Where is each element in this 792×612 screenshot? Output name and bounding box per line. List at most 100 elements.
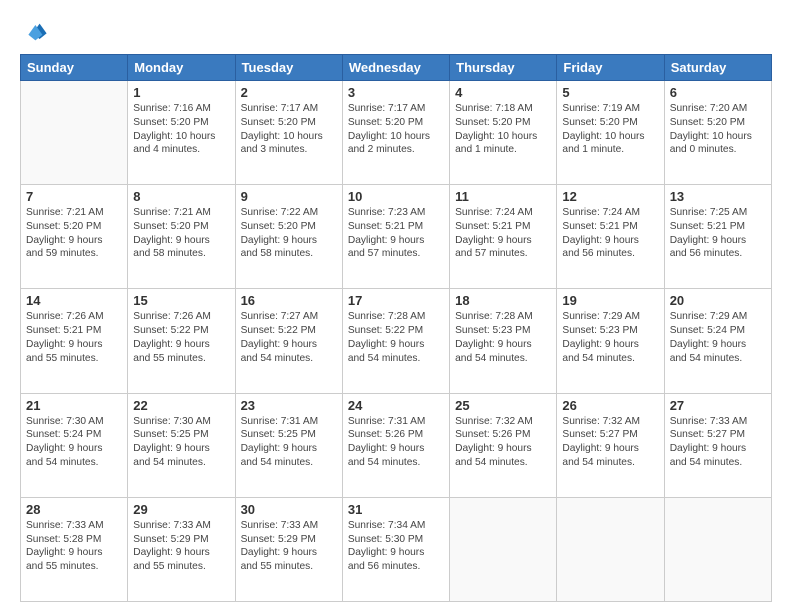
calendar-cell: 12 Sunrise: 7:24 AM Sunset: 5:21 PM Dayli… bbox=[557, 185, 664, 289]
day-number: 11 bbox=[455, 189, 551, 204]
cell-text: Sunrise: 7:25 AM Sunset: 5:21 PM Dayligh… bbox=[670, 206, 766, 261]
day-number: 8 bbox=[133, 189, 229, 204]
day-number: 1 bbox=[133, 85, 229, 100]
week-row: 14 Sunrise: 7:26 AM Sunset: 5:21 PM Dayli… bbox=[21, 289, 772, 393]
calendar-cell: 27 Sunrise: 7:33 AM Sunset: 5:27 PM Dayli… bbox=[664, 393, 771, 497]
cell-text: Sunrise: 7:24 AM Sunset: 5:21 PM Dayligh… bbox=[455, 206, 551, 261]
calendar-cell: 13 Sunrise: 7:25 AM Sunset: 5:21 PM Dayli… bbox=[664, 185, 771, 289]
calendar-cell: 24 Sunrise: 7:31 AM Sunset: 5:26 PM Dayli… bbox=[342, 393, 449, 497]
header-cell-friday: Friday bbox=[557, 55, 664, 81]
week-row: 28 Sunrise: 7:33 AM Sunset: 5:28 PM Dayli… bbox=[21, 497, 772, 601]
day-number: 4 bbox=[455, 85, 551, 100]
cell-text: Sunrise: 7:22 AM Sunset: 5:20 PM Dayligh… bbox=[241, 206, 337, 261]
cell-text: Sunrise: 7:31 AM Sunset: 5:25 PM Dayligh… bbox=[241, 415, 337, 470]
week-row: 21Sunrise: 7:30 AM Sunset: 5:24 PM Dayli… bbox=[21, 393, 772, 497]
calendar-cell: 8Sunrise: 7:21 AM Sunset: 5:20 PM Daylig… bbox=[128, 185, 235, 289]
day-number: 7 bbox=[26, 189, 122, 204]
day-number: 23 bbox=[241, 398, 337, 413]
day-number: 28 bbox=[26, 502, 122, 517]
cell-text: Sunrise: 7:33 AM Sunset: 5:27 PM Dayligh… bbox=[670, 415, 766, 470]
day-number: 27 bbox=[670, 398, 766, 413]
calendar-cell: 10 Sunrise: 7:23 AM Sunset: 5:21 PM Dayli… bbox=[342, 185, 449, 289]
calendar-cell: 11 Sunrise: 7:24 AM Sunset: 5:21 PM Dayli… bbox=[450, 185, 557, 289]
header-cell-saturday: Saturday bbox=[664, 55, 771, 81]
calendar-cell: 14 Sunrise: 7:26 AM Sunset: 5:21 PM Dayli… bbox=[21, 289, 128, 393]
calendar-cell: 30Sunrise: 7:33 AM Sunset: 5:29 PM Dayli… bbox=[235, 497, 342, 601]
cell-text: Sunrise: 7:26 AM Sunset: 5:21 PM Dayligh… bbox=[26, 310, 122, 365]
cell-text: Sunrise: 7:23 AM Sunset: 5:21 PM Dayligh… bbox=[348, 206, 444, 261]
day-number: 3 bbox=[348, 85, 444, 100]
cell-text: Sunrise: 7:33 AM Sunset: 5:28 PM Dayligh… bbox=[26, 519, 122, 574]
day-number: 26 bbox=[562, 398, 658, 413]
cell-text: Sunrise: 7:24 AM Sunset: 5:21 PM Dayligh… bbox=[562, 206, 658, 261]
header-cell-tuesday: Tuesday bbox=[235, 55, 342, 81]
week-row: 7Sunrise: 7:21 AM Sunset: 5:20 PM Daylig… bbox=[21, 185, 772, 289]
cell-text: Sunrise: 7:28 AM Sunset: 5:22 PM Dayligh… bbox=[348, 310, 444, 365]
day-number: 9 bbox=[241, 189, 337, 204]
header-cell-thursday: Thursday bbox=[450, 55, 557, 81]
header-row: SundayMondayTuesdayWednesdayThursdayFrid… bbox=[21, 55, 772, 81]
day-number: 13 bbox=[670, 189, 766, 204]
cell-text: Sunrise: 7:32 AM Sunset: 5:26 PM Dayligh… bbox=[455, 415, 551, 470]
day-number: 30 bbox=[241, 502, 337, 517]
day-number: 16 bbox=[241, 293, 337, 308]
calendar-cell: 18 Sunrise: 7:28 AM Sunset: 5:23 PM Dayli… bbox=[450, 289, 557, 393]
day-number: 25 bbox=[455, 398, 551, 413]
header-cell-monday: Monday bbox=[128, 55, 235, 81]
day-number: 21 bbox=[26, 398, 122, 413]
cell-text: Sunrise: 7:20 AM Sunset: 5:20 PM Dayligh… bbox=[670, 102, 766, 157]
header-cell-wednesday: Wednesday bbox=[342, 55, 449, 81]
header bbox=[20, 18, 772, 46]
logo bbox=[20, 18, 50, 46]
page: SundayMondayTuesdayWednesdayThursdayFrid… bbox=[0, 0, 792, 612]
cell-text: Sunrise: 7:27 AM Sunset: 5:22 PM Dayligh… bbox=[241, 310, 337, 365]
calendar-cell: 3 Sunrise: 7:17 AM Sunset: 5:20 PM Daylig… bbox=[342, 81, 449, 185]
cell-text: Sunrise: 7:31 AM Sunset: 5:26 PM Dayligh… bbox=[348, 415, 444, 470]
day-number: 6 bbox=[670, 85, 766, 100]
calendar-cell: 9 Sunrise: 7:22 AM Sunset: 5:20 PM Daylig… bbox=[235, 185, 342, 289]
cell-text: Sunrise: 7:18 AM Sunset: 5:20 PM Dayligh… bbox=[455, 102, 551, 157]
calendar-cell: 19 Sunrise: 7:29 AM Sunset: 5:23 PM Dayli… bbox=[557, 289, 664, 393]
day-number: 20 bbox=[670, 293, 766, 308]
calendar-cell: 28 Sunrise: 7:33 AM Sunset: 5:28 PM Dayli… bbox=[21, 497, 128, 601]
calendar-cell bbox=[450, 497, 557, 601]
week-row: 1Sunrise: 7:16 AM Sunset: 5:20 PM Daylig… bbox=[21, 81, 772, 185]
day-number: 12 bbox=[562, 189, 658, 204]
calendar-cell: 26 Sunrise: 7:32 AM Sunset: 5:27 PM Dayli… bbox=[557, 393, 664, 497]
day-number: 14 bbox=[26, 293, 122, 308]
calendar-table: SundayMondayTuesdayWednesdayThursdayFrid… bbox=[20, 54, 772, 602]
calendar-cell: 6 Sunrise: 7:20 AM Sunset: 5:20 PM Daylig… bbox=[664, 81, 771, 185]
day-number: 18 bbox=[455, 293, 551, 308]
calendar-cell: 7Sunrise: 7:21 AM Sunset: 5:20 PM Daylig… bbox=[21, 185, 128, 289]
calendar-cell: 22 Sunrise: 7:30 AM Sunset: 5:25 PM Dayli… bbox=[128, 393, 235, 497]
calendar-cell: 20 Sunrise: 7:29 AM Sunset: 5:24 PM Dayli… bbox=[664, 289, 771, 393]
calendar-cell: 4 Sunrise: 7:18 AM Sunset: 5:20 PM Daylig… bbox=[450, 81, 557, 185]
day-number: 17 bbox=[348, 293, 444, 308]
cell-text: Sunrise: 7:26 AM Sunset: 5:22 PM Dayligh… bbox=[133, 310, 229, 365]
cell-text: Sunrise: 7:32 AM Sunset: 5:27 PM Dayligh… bbox=[562, 415, 658, 470]
cell-text: Sunrise: 7:34 AM Sunset: 5:30 PM Dayligh… bbox=[348, 519, 444, 574]
calendar-cell: 23 Sunrise: 7:31 AM Sunset: 5:25 PM Dayli… bbox=[235, 393, 342, 497]
header-cell-sunday: Sunday bbox=[21, 55, 128, 81]
calendar-cell bbox=[664, 497, 771, 601]
cell-text: Sunrise: 7:30 AM Sunset: 5:25 PM Dayligh… bbox=[133, 415, 229, 470]
day-number: 24 bbox=[348, 398, 444, 413]
day-number: 22 bbox=[133, 398, 229, 413]
calendar-cell: 25 Sunrise: 7:32 AM Sunset: 5:26 PM Dayli… bbox=[450, 393, 557, 497]
calendar-cell: 2Sunrise: 7:17 AM Sunset: 5:20 PM Daylig… bbox=[235, 81, 342, 185]
cell-text: Sunrise: 7:29 AM Sunset: 5:24 PM Dayligh… bbox=[670, 310, 766, 365]
calendar-cell bbox=[21, 81, 128, 185]
day-number: 19 bbox=[562, 293, 658, 308]
calendar-cell bbox=[557, 497, 664, 601]
calendar-cell: 1Sunrise: 7:16 AM Sunset: 5:20 PM Daylig… bbox=[128, 81, 235, 185]
day-number: 5 bbox=[562, 85, 658, 100]
cell-text: Sunrise: 7:29 AM Sunset: 5:23 PM Dayligh… bbox=[562, 310, 658, 365]
cell-text: Sunrise: 7:33 AM Sunset: 5:29 PM Dayligh… bbox=[133, 519, 229, 574]
cell-text: Sunrise: 7:17 AM Sunset: 5:20 PM Dayligh… bbox=[348, 102, 444, 157]
calendar-cell: 5Sunrise: 7:19 AM Sunset: 5:20 PM Daylig… bbox=[557, 81, 664, 185]
day-number: 10 bbox=[348, 189, 444, 204]
day-number: 15 bbox=[133, 293, 229, 308]
day-number: 31 bbox=[348, 502, 444, 517]
cell-text: Sunrise: 7:28 AM Sunset: 5:23 PM Dayligh… bbox=[455, 310, 551, 365]
day-number: 29 bbox=[133, 502, 229, 517]
